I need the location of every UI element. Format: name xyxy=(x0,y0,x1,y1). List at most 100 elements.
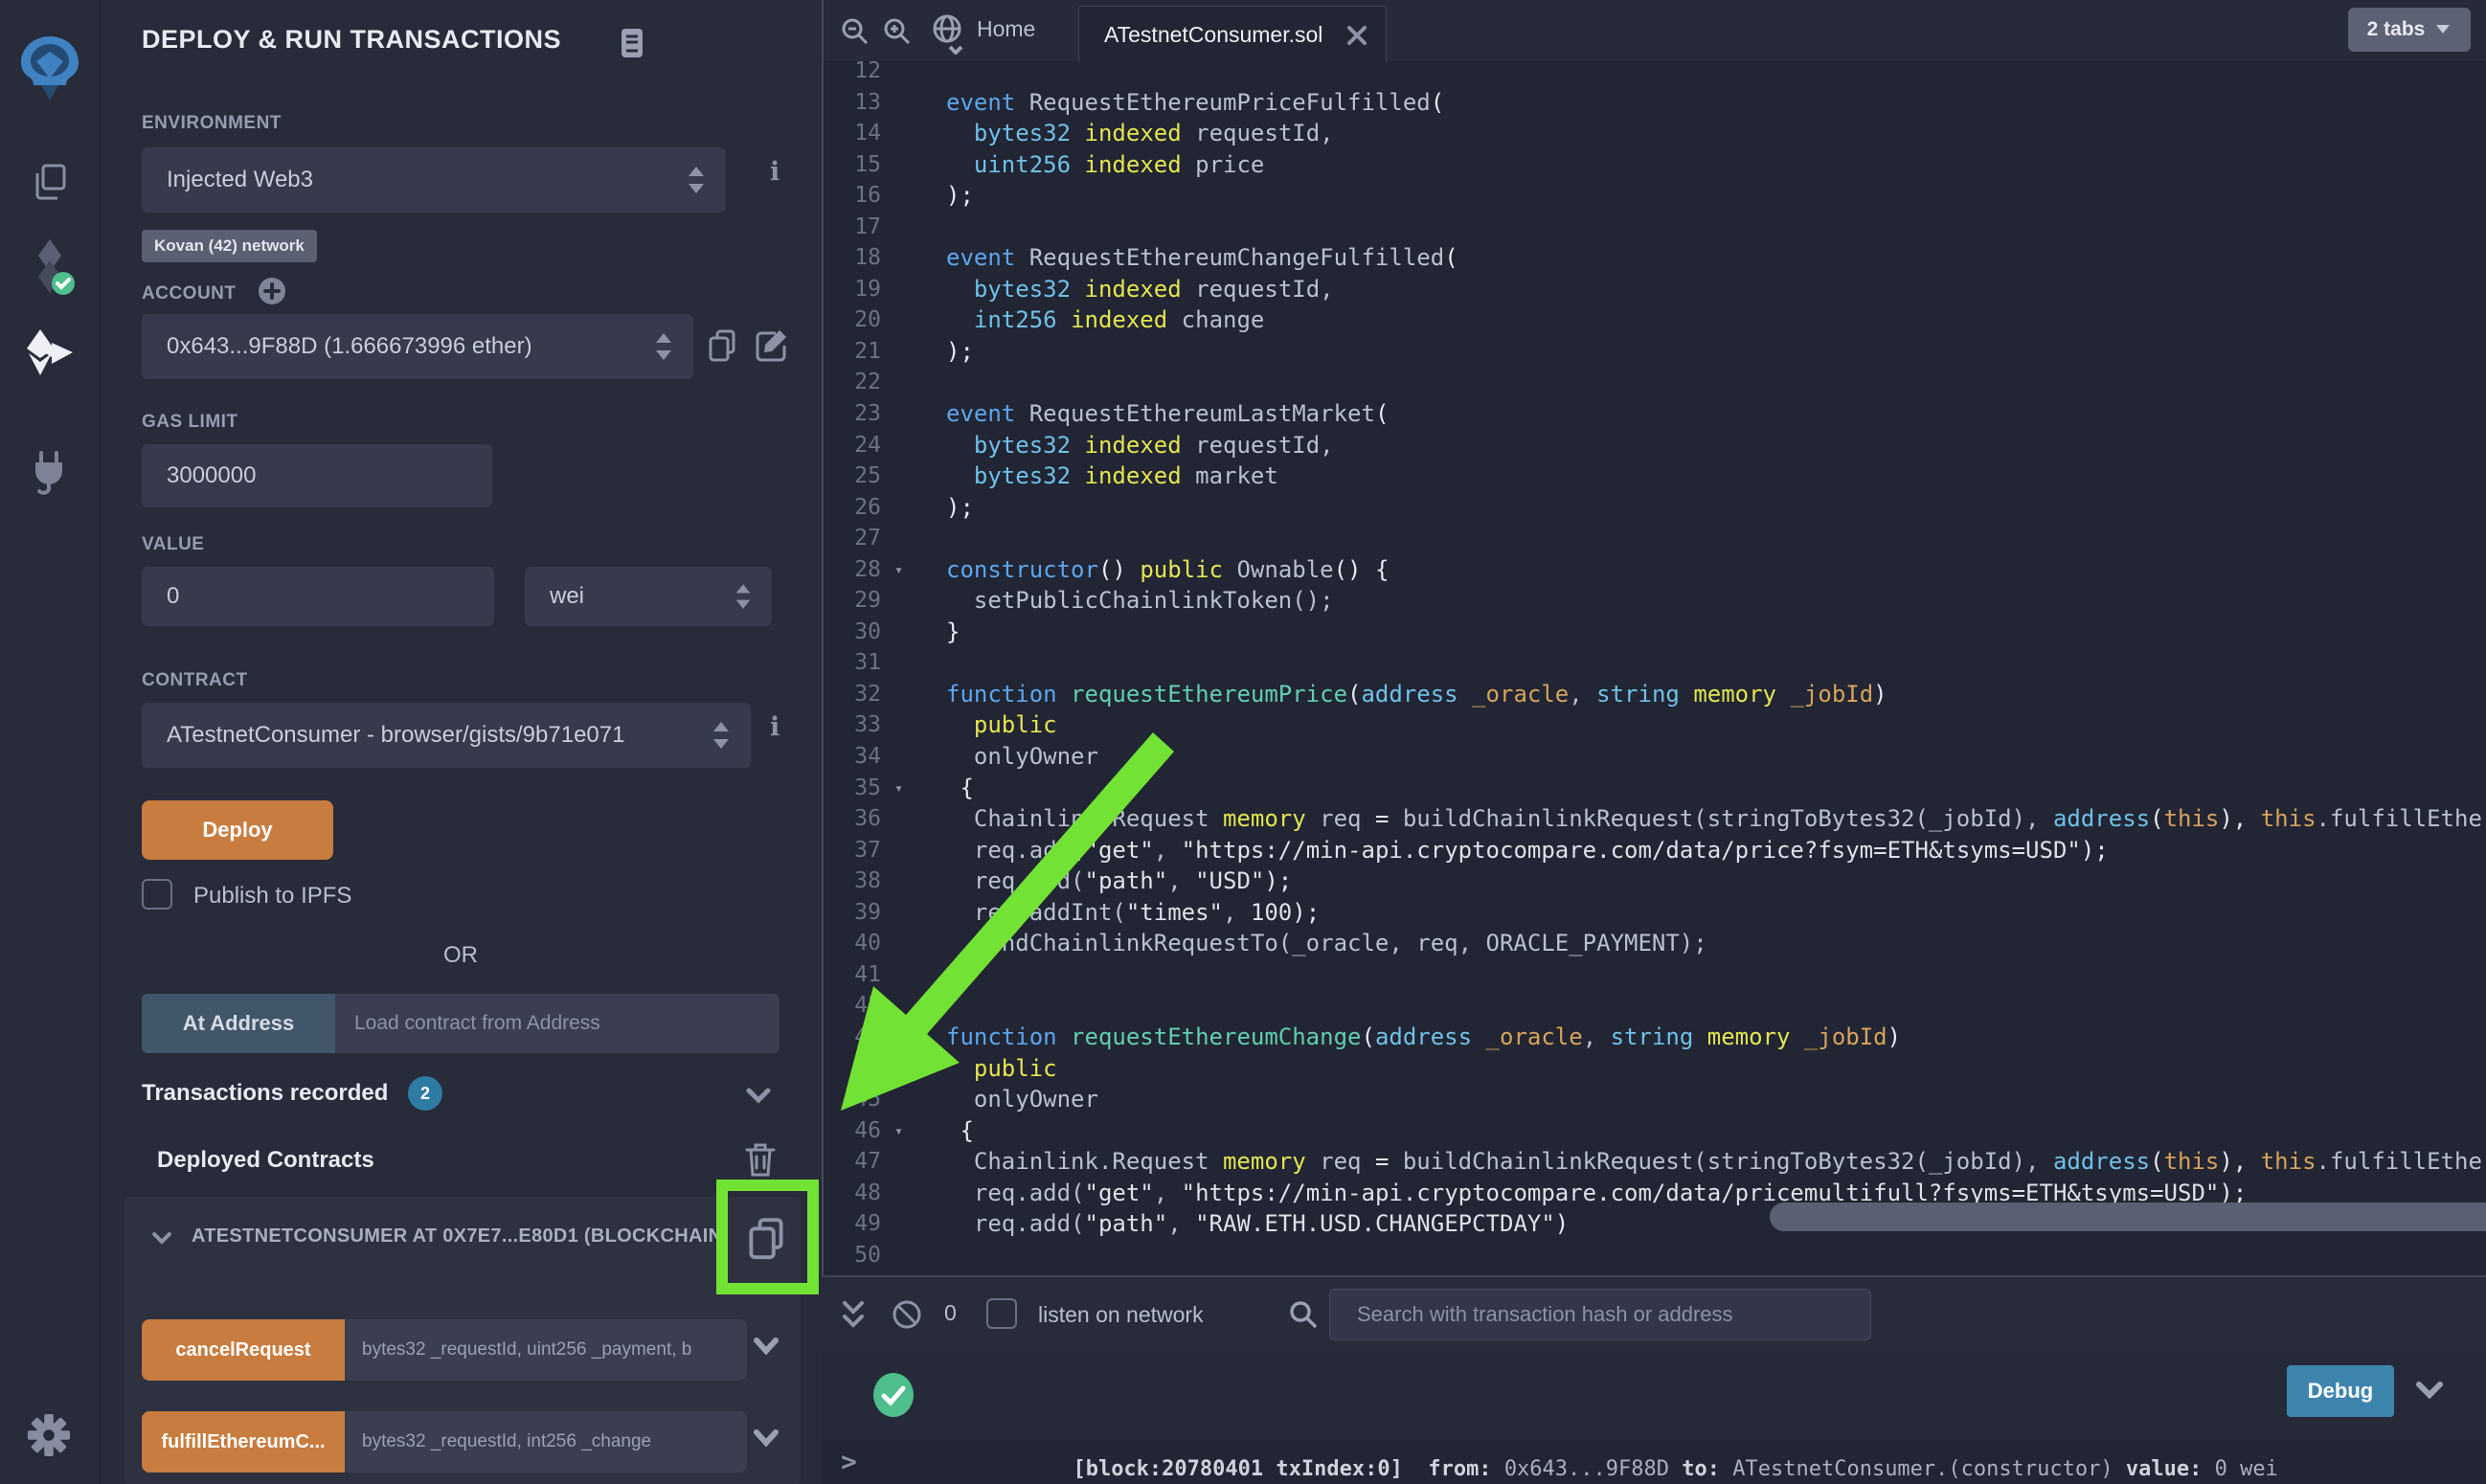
publish-ipfs-checkbox[interactable] xyxy=(142,879,172,910)
deployed-contracts-label: Deployed Contracts xyxy=(157,1147,374,1174)
transactions-recorded-label: Transactions recorded xyxy=(142,1080,388,1107)
stepper-icon xyxy=(653,330,674,363)
code-line-29: 29 setPublicChainlinkToken(); xyxy=(822,585,2486,617)
contract-label: CONTRACT xyxy=(142,670,248,691)
line-number: 28▾ xyxy=(822,554,910,586)
zoom-in-icon[interactable] xyxy=(881,15,914,48)
terminal: 0 listen on network [block:20780401 txIn… xyxy=(822,1275,2486,1484)
line-number: 37 xyxy=(822,835,910,866)
cancelrequest-expand-chevron-icon[interactable] xyxy=(751,1333,781,1360)
value-input[interactable] xyxy=(142,567,494,626)
pin-panel-icon[interactable] xyxy=(617,27,647,59)
fold-arrow-icon[interactable]: ▾ xyxy=(894,1115,903,1147)
page-title: DEPLOY & RUN TRANSACTIONS xyxy=(142,25,561,55)
log-from-label: from: xyxy=(1428,1457,1491,1481)
line-number: 42 xyxy=(822,990,910,1022)
value-unit: wei xyxy=(550,583,584,610)
code-line-50: 50 xyxy=(822,1240,2486,1270)
add-account-icon[interactable] xyxy=(257,276,287,306)
edit-account-icon[interactable] xyxy=(753,326,791,368)
cancelrequest-params-input[interactable] xyxy=(345,1319,747,1381)
listen-network-checkbox[interactable] xyxy=(986,1298,1017,1329)
fulfillethereumchange-expand-chevron-icon[interactable] xyxy=(751,1425,781,1451)
listen-network-label: listen on network xyxy=(1038,1302,1204,1328)
close-tab-icon[interactable] xyxy=(1345,24,1368,47)
deploy-button[interactable]: Deploy xyxy=(142,800,333,860)
code-line-47: 47 Chainlink.Request memory req = buildC… xyxy=(822,1146,2486,1178)
contract-select[interactable]: ATestnetConsumer - browser/gists/9b71e07… xyxy=(142,703,751,768)
contract-value: ATestnetConsumer - browser/gists/9b71e07… xyxy=(167,722,624,749)
code-line-19: 19 bytes32 indexed requestId, xyxy=(822,274,2486,305)
code-line-23: 23event RequestEthereumLastMarket( xyxy=(822,398,2486,430)
log-to: ATestnetConsumer.(constructor) xyxy=(1732,1457,2113,1481)
or-separator: OR xyxy=(100,942,822,969)
debug-button[interactable]: Debug xyxy=(2287,1365,2394,1417)
log-to-label: to: xyxy=(1682,1457,1720,1481)
code-line-43: 43function requestEthereumChange(address… xyxy=(822,1022,2486,1053)
zoom-out-icon[interactable] xyxy=(839,15,871,48)
line-number: 12 xyxy=(822,56,910,87)
line-number: 19 xyxy=(822,274,910,305)
horizontal-scrollbar[interactable] xyxy=(1770,1203,2486,1231)
collapse-terminal-icon[interactable] xyxy=(839,1298,868,1331)
code-area[interactable]: 1213event RequestEthereumPriceFulfilled(… xyxy=(822,56,2486,1270)
line-number: 21 xyxy=(822,336,910,368)
fold-arrow-icon[interactable]: ▾ xyxy=(894,773,903,804)
code-line-34: 34 onlyOwner xyxy=(822,741,2486,773)
line-number: 14 xyxy=(822,118,910,149)
terminal-search-input[interactable] xyxy=(1329,1289,1871,1340)
file-explorer-icon[interactable] xyxy=(27,161,73,207)
copy-instance-address-icon[interactable] xyxy=(741,1212,791,1268)
tabs-count-badge[interactable]: 2 tabs xyxy=(2348,8,2471,52)
clear-console-icon[interactable] xyxy=(891,1298,923,1331)
remix-ide: DEPLOY & RUN TRANSACTIONS ENVIRONMENT In… xyxy=(0,0,2486,1484)
code-line-22: 22 xyxy=(822,367,2486,398)
deploy-panel: DEPLOY & RUN TRANSACTIONS ENVIRONMENT In… xyxy=(100,0,824,1484)
environment-value: Injected Web3 xyxy=(167,167,313,193)
environment-info-icon[interactable]: i xyxy=(770,157,780,187)
log-from: 0x643...9F88D xyxy=(1504,1457,1669,1481)
log-value-label: value: xyxy=(2126,1457,2202,1481)
line-number: 32 xyxy=(822,679,910,710)
trash-icon[interactable] xyxy=(743,1141,778,1180)
settings-gear-icon[interactable] xyxy=(27,1413,71,1457)
gas-limit-input[interactable] xyxy=(142,444,492,507)
value-unit-select[interactable]: wei xyxy=(525,567,772,626)
code-line-17: 17 xyxy=(822,212,2486,243)
plugin-icon[interactable] xyxy=(25,448,73,496)
line-number: 22 xyxy=(822,367,910,398)
line-number: 25 xyxy=(822,461,910,492)
environment-select[interactable]: Injected Web3 xyxy=(142,147,726,213)
line-number: 26 xyxy=(822,492,910,524)
terminal-prompt[interactable]: > xyxy=(841,1446,857,1477)
log-expand-chevron-icon[interactable] xyxy=(2413,1377,2446,1404)
code-line-24: 24 bytes32 indexed requestId, xyxy=(822,430,2486,461)
cancelrequest-button[interactable]: cancelRequest xyxy=(142,1319,345,1381)
solidity-compiler-icon[interactable] xyxy=(25,237,75,297)
code-line-39: 39 req.addInt("times", 100); xyxy=(822,897,2486,929)
fulfillethereumchange-button[interactable]: fulfillEthereumC... xyxy=(142,1411,345,1473)
value-label: VALUE xyxy=(142,534,204,555)
code-line-31: 31 xyxy=(822,647,2486,679)
transactions-chevron-down-icon[interactable] xyxy=(743,1082,774,1109)
home-globe-icon[interactable] xyxy=(927,11,967,55)
at-address-button[interactable]: At Address xyxy=(142,994,335,1053)
instance-chevron-down-icon[interactable] xyxy=(149,1227,174,1248)
tab-home[interactable]: Home xyxy=(977,16,1035,42)
line-number: 18 xyxy=(822,242,910,274)
deploy-run-icon[interactable] xyxy=(23,327,77,377)
tab-active-file[interactable]: ATestnetConsumer.sol xyxy=(1078,6,1387,62)
at-address-input[interactable] xyxy=(335,994,780,1053)
gas-limit-label: GAS LIMIT xyxy=(142,412,238,433)
account-value: 0x643...9F88D (1.666673996 ether) xyxy=(167,333,532,360)
line-number: 41 xyxy=(822,959,910,991)
fulfillethereumchange-params-input[interactable] xyxy=(345,1411,747,1473)
contract-info-icon[interactable]: i xyxy=(770,712,780,742)
instance-title[interactable]: ATESTNETCONSUMER AT 0X7E7...E80D1 (BLOCK… xyxy=(192,1225,728,1248)
transaction-log-row[interactable]: [block:20780401 txIndex:0] from: 0x643..… xyxy=(822,1352,2486,1440)
account-select[interactable]: 0x643...9F88D (1.666673996 ether) xyxy=(142,314,693,379)
log-block: [block:20780401 txIndex:0] xyxy=(1073,1457,1402,1481)
copy-account-icon[interactable] xyxy=(703,326,741,368)
fold-arrow-icon[interactable]: ▾ xyxy=(894,554,903,586)
terminal-header: 0 listen on network xyxy=(822,1277,2486,1352)
